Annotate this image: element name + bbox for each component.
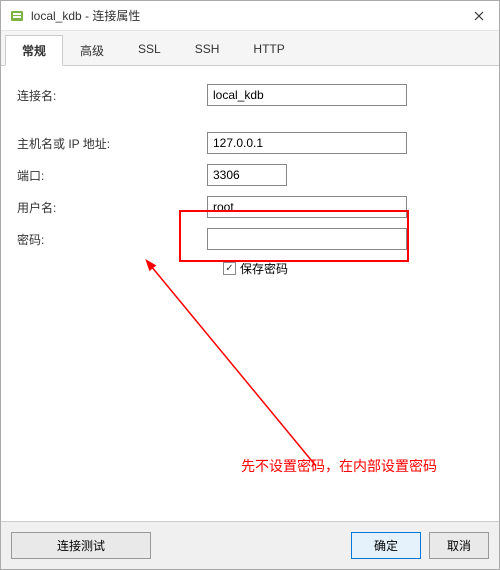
username-label: 用户名: — [17, 199, 207, 216]
close-button[interactable] — [459, 1, 499, 31]
dialog-window: local_kdb - 连接属性 常规 高级 SSL SSH HTTP 连接名:… — [0, 0, 500, 570]
port-label: 端口: — [17, 167, 207, 184]
tab-ssl[interactable]: SSL — [121, 35, 178, 65]
app-icon — [9, 8, 25, 24]
host-input[interactable] — [207, 132, 407, 154]
save-password-checkbox[interactable] — [223, 262, 236, 275]
row-host: 主机名或 IP 地址: — [17, 132, 483, 154]
tab-http[interactable]: HTTP — [236, 35, 301, 65]
ok-button[interactable]: 确定 — [351, 532, 421, 559]
row-connection-name: 连接名: — [17, 84, 483, 106]
host-label: 主机名或 IP 地址: — [17, 135, 207, 152]
annotation-arrow — [131, 256, 331, 476]
tab-advanced[interactable]: 高级 — [63, 35, 121, 65]
password-label: 密码: — [17, 231, 207, 248]
connection-name-input[interactable] — [207, 84, 407, 106]
footer-spacer — [159, 532, 343, 559]
cancel-button[interactable]: 取消 — [429, 532, 489, 559]
username-input[interactable] — [207, 196, 407, 218]
save-password-label: 保存密码 — [240, 260, 288, 277]
content-panel: 连接名: 主机名或 IP 地址: 端口: 用户名: 密码: 保存密码 — [1, 66, 499, 521]
connection-name-label: 连接名: — [17, 87, 207, 104]
row-password: 密码: — [17, 228, 483, 250]
window-title: local_kdb - 连接属性 — [31, 7, 491, 24]
footer: 连接测试 确定 取消 — [1, 521, 499, 569]
titlebar: local_kdb - 连接属性 — [1, 1, 499, 31]
row-username: 用户名: — [17, 196, 483, 218]
annotation-text: 先不设置密码，在内部设置密码 — [241, 456, 437, 476]
tab-general[interactable]: 常规 — [5, 35, 63, 66]
test-connection-button[interactable]: 连接测试 — [11, 532, 151, 559]
port-input[interactable] — [207, 164, 287, 186]
tab-ssh[interactable]: SSH — [178, 35, 237, 65]
password-input[interactable] — [207, 228, 407, 250]
tab-bar: 常规 高级 SSL SSH HTTP — [1, 31, 499, 66]
row-save-password: 保存密码 — [223, 260, 483, 277]
row-port: 端口: — [17, 164, 483, 186]
